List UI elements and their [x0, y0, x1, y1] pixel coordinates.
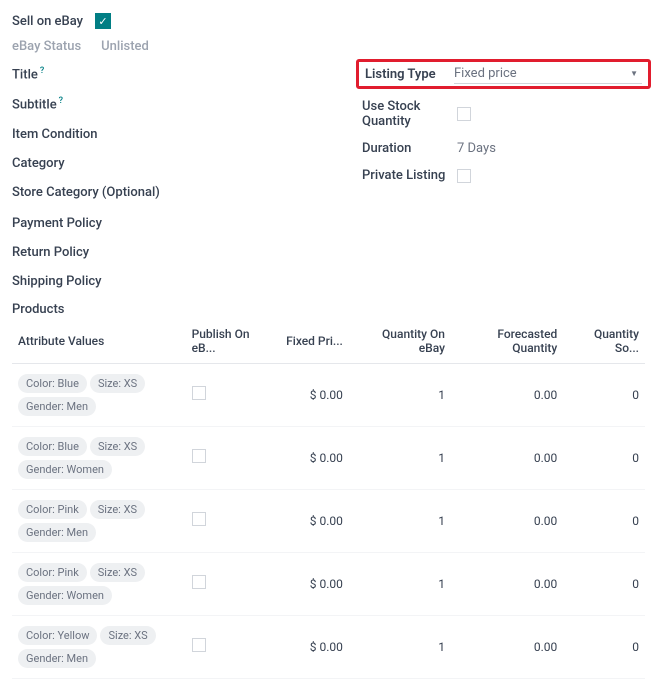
duration-value[interactable]: 7 Days [457, 141, 496, 156]
forecasted-cell[interactable]: 0.00 [451, 426, 563, 489]
publish-cell [186, 615, 278, 678]
use-stock-qty-row: Use Stock Quantity [362, 93, 645, 135]
ebay-status-value: Unlisted [101, 39, 149, 54]
right-column: Listing Type Fixed price ▼ Use Stock Qua… [362, 59, 645, 296]
sell-on-ebay-checkbox[interactable]: ✓ [95, 13, 111, 29]
listing-type-value: Fixed price [454, 66, 517, 81]
publish-cell [186, 489, 278, 552]
attribute-values-cell: Color: BlueSize: XS Gender: Men [12, 363, 186, 426]
attribute-badge[interactable]: Color: Pink [18, 500, 87, 519]
private-listing-checkbox[interactable] [457, 169, 471, 183]
table-row[interactable]: Color: PinkSize: XSGender: Women$ 0.0010… [12, 552, 645, 615]
col-fixed-price[interactable]: Fixed Pri... [277, 319, 348, 364]
attribute-badge[interactable]: Gender: Men [18, 523, 96, 542]
publish-checkbox[interactable] [192, 638, 206, 652]
attribute-badge[interactable]: Size: XS [100, 626, 155, 645]
forecasted-cell[interactable]: 0.00 [451, 615, 563, 678]
attribute-values-cell: Color: BlueSize: XS Gender: Women [12, 426, 186, 489]
table-row[interactable]: Color: PinkSize: XS Gender: Men $ 0.0010.0… [12, 489, 645, 552]
title-field[interactable]: Title? [12, 59, 362, 89]
attribute-badge[interactable]: Gender: Men [18, 649, 96, 668]
return-policy-field[interactable]: Return Policy [12, 238, 362, 267]
subtitle-field[interactable]: Subtitle? [12, 89, 362, 119]
shipping-policy-field[interactable]: Shipping Policy [12, 267, 362, 296]
left-column: Title? Subtitle? Item Condition Category… [12, 59, 362, 296]
qty-ebay-cell[interactable]: 1 [349, 489, 451, 552]
table-row[interactable]: Color: BlueSize: XSGender: Women$ 0.0010… [12, 426, 645, 489]
publish-cell [186, 552, 278, 615]
attribute-badge[interactable]: Gender: Men [18, 397, 96, 416]
col-publish-on-ebay[interactable]: Publish On eB... [186, 319, 278, 364]
table-row[interactable]: Color: BlueSize: XS Gender: Men $ 0.0010.0… [12, 363, 645, 426]
col-quantity-sold[interactable]: Quantity So... [563, 319, 645, 364]
help-icon[interactable]: ? [59, 96, 63, 106]
qty-sold-cell[interactable]: 0 [563, 615, 645, 678]
publish-cell [186, 363, 278, 426]
attribute-badge[interactable]: Size: XS [90, 374, 145, 393]
qty-sold-cell[interactable]: 0 [563, 552, 645, 615]
products-table: Attribute Values Publish On eB... Fixed … [12, 319, 645, 679]
qty-ebay-cell[interactable]: 1 [349, 426, 451, 489]
use-stock-qty-label: Use Stock Quantity [362, 99, 457, 129]
payment-policy-field[interactable]: Payment Policy [12, 209, 362, 238]
attribute-badge[interactable]: Size: XS [90, 563, 145, 582]
attribute-badge[interactable]: Color: Pink [18, 563, 87, 582]
subtitle-label: Subtitle [12, 98, 57, 113]
attribute-values-cell: Color: PinkSize: XS Gender: Men [12, 489, 186, 552]
forecasted-cell[interactable]: 0.00 [451, 489, 563, 552]
products-section-title: Products [12, 296, 645, 319]
table-row[interactable]: Color: YellowSize: XSGender: Men$ 0.0010… [12, 615, 645, 678]
sell-on-ebay-label: Sell on eBay [12, 14, 83, 29]
qty-ebay-cell[interactable]: 1 [349, 363, 451, 426]
item-condition-field[interactable]: Item Condition [12, 120, 362, 149]
forecasted-cell[interactable]: 0.00 [451, 363, 563, 426]
qty-ebay-cell[interactable]: 1 [349, 552, 451, 615]
publish-checkbox[interactable] [192, 449, 206, 463]
fixed-price-cell[interactable]: $ 0.00 [277, 426, 348, 489]
chevron-down-icon: ▼ [630, 69, 638, 78]
attribute-badge[interactable]: Color: Blue [18, 374, 87, 393]
fixed-price-cell[interactable]: $ 0.00 [277, 615, 348, 678]
col-quantity-on-ebay[interactable]: Quantity On eBay [349, 319, 451, 364]
qty-sold-cell[interactable]: 0 [563, 426, 645, 489]
attribute-values-cell: Color: PinkSize: XS Gender: Women [12, 552, 186, 615]
duration-row: Duration 7 Days [362, 135, 645, 162]
store-category-field[interactable]: Store Category (Optional) [12, 178, 362, 209]
ebay-status-row: eBay Status Unlisted [12, 34, 645, 59]
attribute-badge[interactable]: Size: XS [90, 437, 145, 456]
attribute-values-cell: Color: YellowSize: XSGender: Men [12, 615, 186, 678]
publish-checkbox[interactable] [192, 575, 206, 589]
qty-sold-cell[interactable]: 0 [563, 363, 645, 426]
fixed-price-cell[interactable]: $ 0.00 [277, 552, 348, 615]
help-icon[interactable]: ? [40, 66, 44, 76]
forecasted-cell[interactable]: 0.00 [451, 552, 563, 615]
duration-label: Duration [362, 141, 457, 156]
fixed-price-cell[interactable]: $ 0.00 [277, 363, 348, 426]
private-listing-label: Private Listing [362, 168, 457, 183]
publish-cell [186, 426, 278, 489]
publish-checkbox[interactable] [192, 386, 206, 400]
attribute-badge[interactable]: Color: Blue [18, 437, 87, 456]
listing-type-select[interactable]: Fixed price ▼ [454, 64, 642, 84]
use-stock-qty-checkbox[interactable] [457, 107, 471, 121]
title-label: Title [12, 67, 38, 82]
attribute-badge[interactable]: Gender: Women [18, 460, 112, 479]
col-forecasted-quantity[interactable]: Forecasted Quantity [451, 319, 563, 364]
category-field[interactable]: Category [12, 149, 362, 178]
qty-sold-cell[interactable]: 0 [563, 489, 645, 552]
table-header-row: Attribute Values Publish On eB... Fixed … [12, 319, 645, 364]
listing-type-label: Listing Type [365, 67, 454, 82]
private-listing-row: Private Listing [362, 162, 645, 189]
qty-ebay-cell[interactable]: 1 [349, 615, 451, 678]
attribute-badge[interactable]: Color: Yellow [18, 626, 97, 645]
ebay-status-label: eBay Status [12, 39, 81, 54]
attribute-badge[interactable]: Size: XS [90, 500, 145, 519]
sell-on-ebay-row: Sell on eBay ✓ [12, 8, 645, 34]
fixed-price-cell[interactable]: $ 0.00 [277, 489, 348, 552]
publish-checkbox[interactable] [192, 512, 206, 526]
attribute-badge[interactable]: Gender: Women [18, 586, 112, 605]
col-attribute-values[interactable]: Attribute Values [12, 319, 186, 364]
form-columns: Title? Subtitle? Item Condition Category… [12, 59, 645, 296]
listing-type-highlight: Listing Type Fixed price ▼ [356, 59, 651, 89]
